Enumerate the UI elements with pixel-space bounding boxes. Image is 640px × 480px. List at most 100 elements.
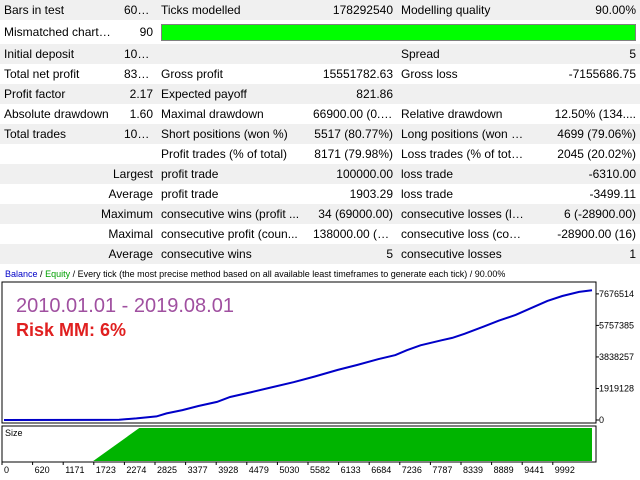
legend-rest: / Every tick (the most precise method ba… [73,269,506,279]
stat-label: Relative drawdown [397,104,528,124]
stat-label: loss trade [397,184,528,204]
x-tick-label: 620 [35,465,50,475]
stat-label: Ticks modelled [157,0,309,20]
stat-value: 10216 [120,124,157,144]
x-tick-label: 9441 [524,465,544,475]
stat-label: Absolute drawdown [0,104,120,124]
stat-value: 138000.00 (11) [309,224,397,244]
stat-value: 15551782.63 [309,64,397,84]
stat-value: 5 [528,44,640,64]
x-tick-label: 6133 [341,465,361,475]
x-tick-label: 5582 [310,465,330,475]
stat-label: consecutive loss (count ... [397,224,528,244]
balance-chart: Balance / Equity / Every tick (the most … [0,264,640,480]
x-tick-label: 9992 [555,465,575,475]
x-tick-label: 7236 [402,465,422,475]
stat-label: Modelling quality [397,0,528,20]
y-tick-label: 1919128 [599,384,634,394]
stat-value: 66900.00 (0.8... [309,104,397,124]
stats-row: Maximal consecutive profit (coun... 138000… [0,224,640,244]
stat-label: profit trade [157,184,309,204]
stat-label: Spread [397,44,528,64]
stat-value: 4699 (79.06%) [528,124,640,144]
chart-header: Balance / Equity / Every tick (the most … [5,269,505,279]
quality-bar-track [161,23,636,41]
stat-value: 1903.29 [309,184,397,204]
stats-row: Maximum consecutive wins (profit ... 34 (6… [0,204,640,224]
stat-value: 2045 (20.02%) [528,144,640,164]
stats-row: Initial deposit100.00 Spread5 [0,44,640,64]
stat-value [309,44,397,64]
size-area [93,428,592,461]
stat-value: 60386 [120,0,157,20]
stats-row: Mismatched charts ... 90 [0,20,640,44]
stat-label: Profit trades (% of total) [157,144,309,164]
stat-value: -3499.11 [528,184,640,204]
stat-value: 178292540 [309,0,397,20]
stat-value [120,144,157,164]
stat-label: profit trade [157,164,309,184]
stat-value: 8396095.88 [120,64,157,84]
stats-row: Profit factor 2.17 Expected payoff 821.86 [0,84,640,104]
stat-value: -7155686.75 [528,64,640,84]
stat-value: 5517 (80.77%) [309,124,397,144]
x-tick-label: 2825 [157,465,177,475]
x-tick-label: 6684 [371,465,391,475]
overlay-risk: Risk MM: 6% [16,320,126,340]
modelling-quality-bar [157,20,640,44]
x-tick-label: 3928 [218,465,238,475]
x-tick-label: 7787 [432,465,452,475]
stat-value: 5 [309,244,397,264]
stat-label: Gross loss [397,64,528,84]
x-tick-label: 4479 [249,465,269,475]
stat-label: Maximal drawdown [157,104,309,124]
x-tick-label: 1171 [65,465,84,475]
stat-label: Total trades [0,124,120,144]
stat-label: Long positions (won %) [397,124,528,144]
stat-value: -28900.00 (16) [528,224,640,244]
stat-label: Total net profit [0,64,120,84]
stat-label: Bars in test [0,0,120,20]
stat-value: Average [0,244,157,264]
size-label: Size [5,428,23,438]
y-tick-label: 7676514 [599,289,634,299]
stat-value: Average [0,184,157,204]
quality-bar-fill [162,24,635,40]
stat-value: 100000.00 [309,164,397,184]
y-tick-label: 0 [599,415,604,425]
x-tick-label: 8889 [494,465,514,475]
overlay-dates: 2010.01.01 - 2019.08.01 [16,295,234,317]
legend-balance: Balance [5,269,38,279]
stat-label: Gross profit [157,64,309,84]
stat-value: 6 (-28900.00) [528,204,640,224]
stat-label: Initial deposit [0,44,120,64]
stat-label [397,84,528,104]
stat-value: 821.86 [309,84,397,104]
stats-row: Profit trades (% of total) 8171 (79.98%) L… [0,144,640,164]
stats-row: Total net profit8396095.88Gross profit15… [0,64,640,84]
stat-value: 1 [528,244,640,264]
results-table: Bars in test 60386 Ticks modelled 178292540… [0,0,640,264]
x-tick-label: 8339 [463,465,483,475]
y-tick-label: 3838257 [599,352,634,362]
stat-value [528,84,640,104]
stat-label: consecutive losses [397,244,528,264]
stat-label: Profit factor [0,84,120,104]
stat-value: 90 [120,20,157,44]
stat-value: 90.00% [528,0,640,20]
stats-row: Bars in test 60386 Ticks modelled 178292540… [0,0,640,20]
stat-value: 100.00 [120,44,157,64]
stat-label [157,44,309,64]
stats-row: Average consecutive wins 5 consecutive loss… [0,244,640,264]
stat-label: consecutive wins [157,244,309,264]
stats-row: Absolute drawdown 1.60 Maximal drawdown 669… [0,104,640,124]
x-tick-label: 1723 [96,465,116,475]
stat-label: Mismatched charts ... [0,20,120,44]
stat-label [0,144,120,164]
stat-value: -6310.00 [528,164,640,184]
x-tick-label: 3377 [188,465,208,475]
stats-row: Largest profit trade 100000.00 loss trade -6… [0,164,640,184]
stat-value: Largest [0,164,157,184]
stats-row: Average profit trade 1903.29 loss trade -349… [0,184,640,204]
stat-label: Expected payoff [157,84,309,104]
